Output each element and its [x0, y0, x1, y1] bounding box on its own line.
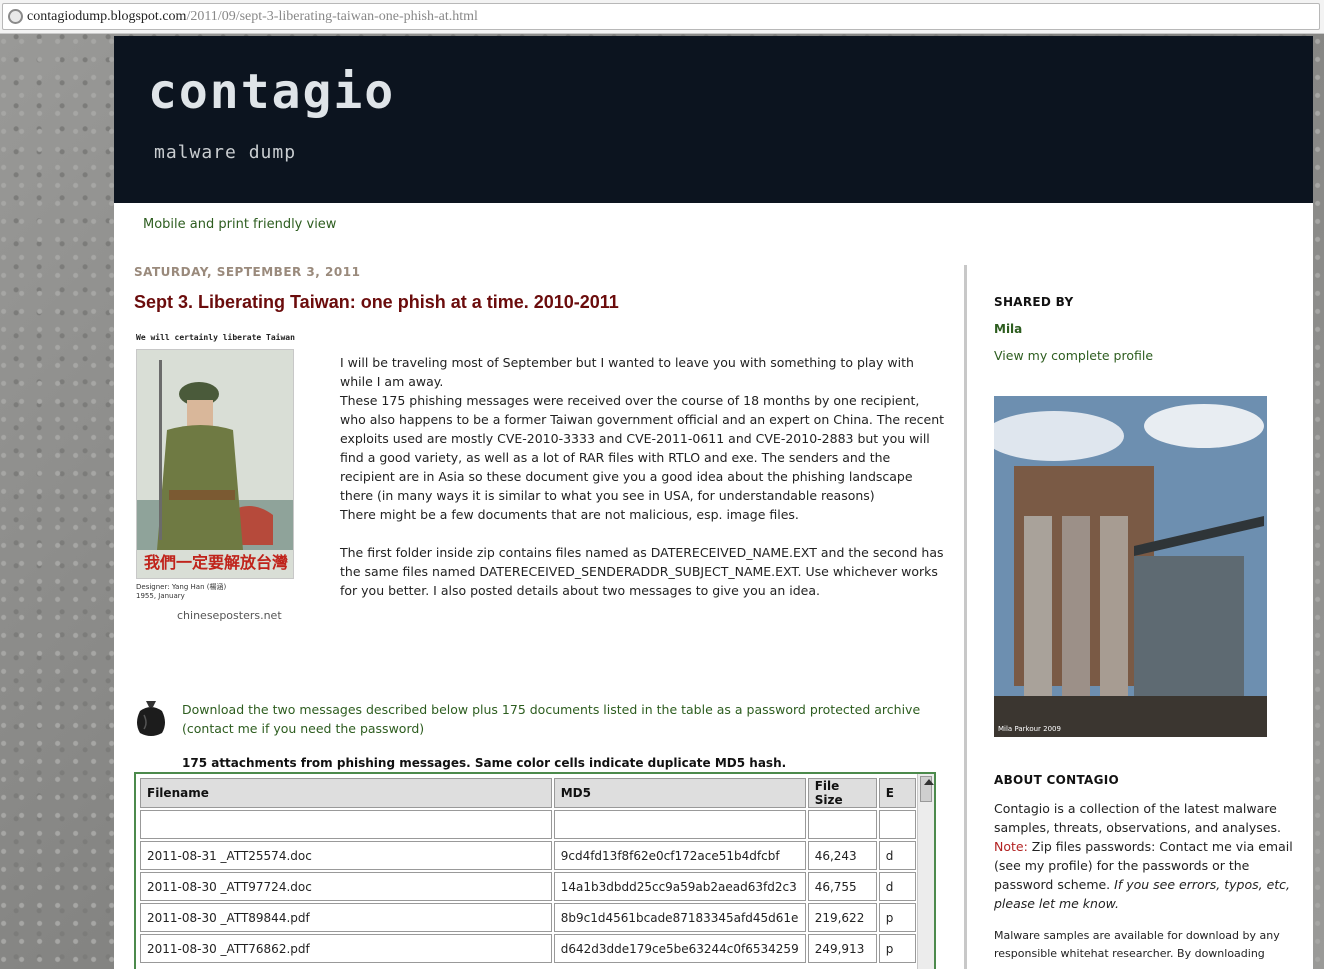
- col-header-file-size[interactable]: File Size: [807, 778, 877, 808]
- site-title[interactable]: contagio: [148, 64, 395, 120]
- table-row: 2011-08-30 _ATT89844.pdf 8b9c1d4561bcade…: [140, 903, 916, 932]
- cell-md5: 14a1b3dbdd25cc9a59ab2aead63fd2c3: [553, 872, 806, 901]
- table-row: 2011-08-30 _ATT76862.pdf d642d3dde179ce5…: [140, 934, 916, 963]
- cell-ext: p: [878, 903, 916, 932]
- view-profile-link[interactable]: View my complete profile: [994, 348, 1153, 363]
- cell-md5: [553, 810, 806, 839]
- column-divider: [964, 265, 967, 969]
- attachments-table: Filename MD5 File Size E 2011-08-31 _ATT…: [138, 776, 918, 965]
- about-heading: ABOUT CONTAGIO: [994, 773, 1120, 787]
- cell-size: 46,755: [807, 872, 877, 901]
- attachments-table-frame[interactable]: Filename MD5 File Size E 2011-08-31 _ATT…: [134, 772, 936, 969]
- poster-chinese-text: 我們一定要解放台灣: [144, 553, 288, 572]
- cell-md5: 9cd4fd13f8f62e0cf172ace51b4dfcbf: [553, 841, 806, 870]
- poster-credit: Designer: Yang Han (楊涵) 1955, January: [136, 583, 226, 601]
- cell-filename: [140, 810, 552, 839]
- cell-md5: 8b9c1d4561bcade87183345afd45d61e: [553, 903, 806, 932]
- cell-filename: 2011-08-31 _ATT25574.doc: [140, 841, 552, 870]
- url-host: contagiodump.blogspot.com: [27, 9, 187, 24]
- site-description: malware dump: [154, 142, 297, 163]
- cell-filename: 2011-08-30 _ATT76862.pdf: [140, 934, 552, 963]
- post-date: SATURDAY, SEPTEMBER 3, 2011: [134, 265, 361, 279]
- globe-icon: [8, 9, 23, 24]
- propaganda-poster-image[interactable]: 我們一定要解放台灣: [136, 349, 294, 579]
- about-note-label: Note:: [994, 839, 1028, 854]
- about-download-notice: Malware samples are available for downlo…: [994, 929, 1280, 960]
- browser-address-bar: contagiodump.blogspot.com/2011/09/sept-3…: [0, 0, 1324, 34]
- blog-header: contagio malware dump: [114, 36, 1313, 203]
- cell-size: 249,913: [807, 934, 877, 963]
- scroll-up-arrow-icon[interactable]: [924, 779, 934, 785]
- poster-source: chineseposters.net: [177, 609, 282, 622]
- mobile-view-link[interactable]: Mobile and print friendly view: [143, 217, 336, 232]
- post-paragraph: There might be a few documents that are …: [340, 507, 799, 522]
- blog-page: contagio malware dump Mobile and print f…: [114, 36, 1313, 969]
- cell-size: 219,622: [807, 903, 877, 932]
- about-description: Contagio is a collection of the latest m…: [994, 801, 1281, 835]
- table-row: [140, 810, 916, 839]
- trash-bag-icon: [134, 697, 168, 737]
- poster-credit-date: 1955, January: [136, 592, 185, 600]
- post-paragraph: These 175 phishing messages were receive…: [340, 393, 945, 503]
- poster-figure: We will certainly liberate Taiwan 我們一定要解…: [134, 333, 324, 622]
- table-row: 2011-08-31 _ATT25574.doc 9cd4fd13f8f62e0…: [140, 841, 916, 870]
- profile-photo[interactable]: Mila Parkour 2009: [994, 396, 1267, 737]
- download-archive-link[interactable]: Download the two messages described belo…: [182, 700, 942, 738]
- poster-credit-designer: Designer: Yang Han (楊涵): [136, 583, 227, 591]
- shared-by-heading: SHARED BY: [994, 295, 1074, 309]
- url-input[interactable]: contagiodump.blogspot.com/2011/09/sept-3…: [2, 3, 1320, 30]
- cell-size: [807, 810, 877, 839]
- post-paragraph: I will be traveling most of September bu…: [340, 355, 914, 389]
- cell-md5: d642d3dde179ce5be63244c0f6534259: [553, 934, 806, 963]
- cell-ext: d: [878, 841, 916, 870]
- author-name-link[interactable]: Mila: [994, 322, 1022, 336]
- post-paragraph: The first folder inside zip contains fil…: [340, 545, 944, 598]
- cell-ext: [878, 810, 916, 839]
- col-header-extension[interactable]: E: [878, 778, 916, 808]
- col-header-md5[interactable]: MD5: [553, 778, 806, 808]
- scrollbar-thumb[interactable]: [920, 776, 934, 802]
- post-title[interactable]: Sept 3. Liberating Taiwan: one phish at …: [134, 292, 944, 313]
- cell-size: 46,243: [807, 841, 877, 870]
- table-row: 2011-08-30 _ATT97724.doc 14a1b3dbdd25cc9…: [140, 872, 916, 901]
- poster-top-caption: We will certainly liberate Taiwan: [136, 333, 295, 342]
- cell-filename: 2011-08-30 _ATT89844.pdf: [140, 903, 552, 932]
- col-header-filename[interactable]: Filename: [140, 778, 552, 808]
- table-vertical-scrollbar[interactable]: [917, 774, 934, 969]
- url-path: /2011/09/sept-3-liberating-taiwan-one-ph…: [186, 9, 478, 24]
- cell-ext: d: [878, 872, 916, 901]
- cell-ext: p: [878, 934, 916, 963]
- table-heading: 175 attachments from phishing messages. …: [182, 756, 787, 770]
- photo-caption: Mila Parkour 2009: [998, 725, 1061, 733]
- about-text: Contagio is a collection of the latest m…: [994, 799, 1294, 913]
- cell-filename: 2011-08-30 _ATT97724.doc: [140, 872, 552, 901]
- post-body: I will be traveling most of September bu…: [340, 353, 946, 600]
